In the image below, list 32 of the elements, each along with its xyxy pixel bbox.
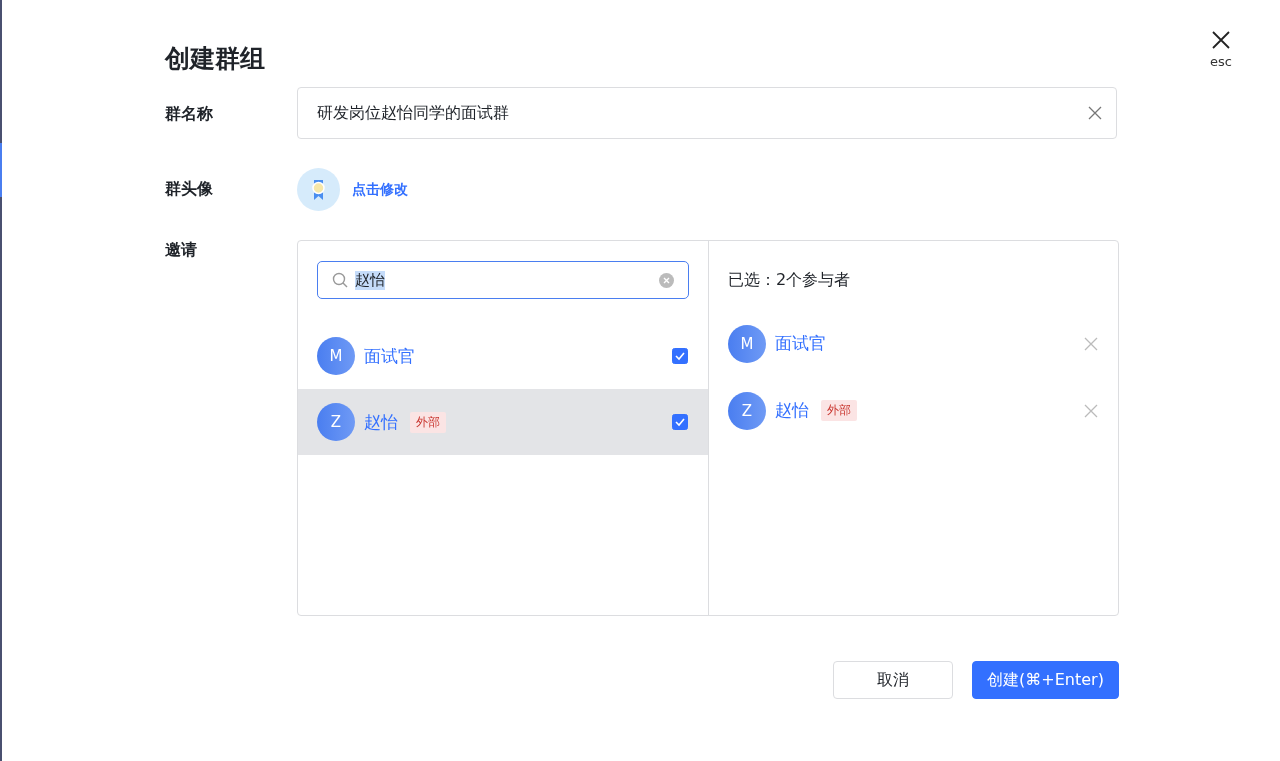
person-name: 面试官 — [364, 344, 415, 368]
field-label: 邀请 — [165, 240, 198, 261]
clear-icon[interactable] — [659, 272, 674, 288]
selected-count: 已选：2个参与者 — [727, 269, 852, 291]
create-button[interactable]: 创建(⌘+Enter) — [972, 661, 1119, 699]
field-label: 群名称 — [165, 103, 214, 125]
external-tag: 外部 — [821, 400, 857, 421]
result-row[interactable]: Z 赵怡 外部 — [298, 389, 708, 455]
avatar-icon: Z — [728, 391, 766, 430]
person-name: 赵怡 — [775, 399, 809, 422]
checkbox[interactable] — [672, 348, 688, 364]
avatar-icon: M — [728, 324, 766, 363]
person-name: 赵怡 — [364, 410, 398, 434]
remove-icon[interactable] — [1084, 336, 1098, 351]
checkbox[interactable] — [672, 414, 688, 430]
medal-avatar-icon[interactable] — [297, 168, 340, 211]
dialog-title: 创建群组 — [165, 43, 265, 75]
group-name-field[interactable]: 研发岗位赵怡同学的面试群 — [297, 87, 1117, 139]
field-label: 群头像 — [165, 179, 214, 200]
change-avatar-link[interactable]: 点击修改 — [352, 180, 408, 199]
clear-icon[interactable] — [1088, 106, 1102, 120]
avatar-icon: Z — [317, 403, 355, 441]
search-field[interactable]: 赵怡 — [317, 261, 689, 299]
avatar-icon: M — [317, 337, 355, 375]
remove-icon[interactable] — [1084, 403, 1098, 418]
external-tag: 外部 — [410, 411, 446, 433]
person-name: 面试官 — [775, 332, 826, 355]
cancel-button[interactable]: 取消 — [833, 661, 953, 699]
close-icon — [1211, 30, 1232, 50]
search-icon — [332, 272, 348, 288]
close-button[interactable]: esc — [1210, 30, 1232, 69]
result-row[interactable]: M 面试官 — [298, 323, 708, 389]
